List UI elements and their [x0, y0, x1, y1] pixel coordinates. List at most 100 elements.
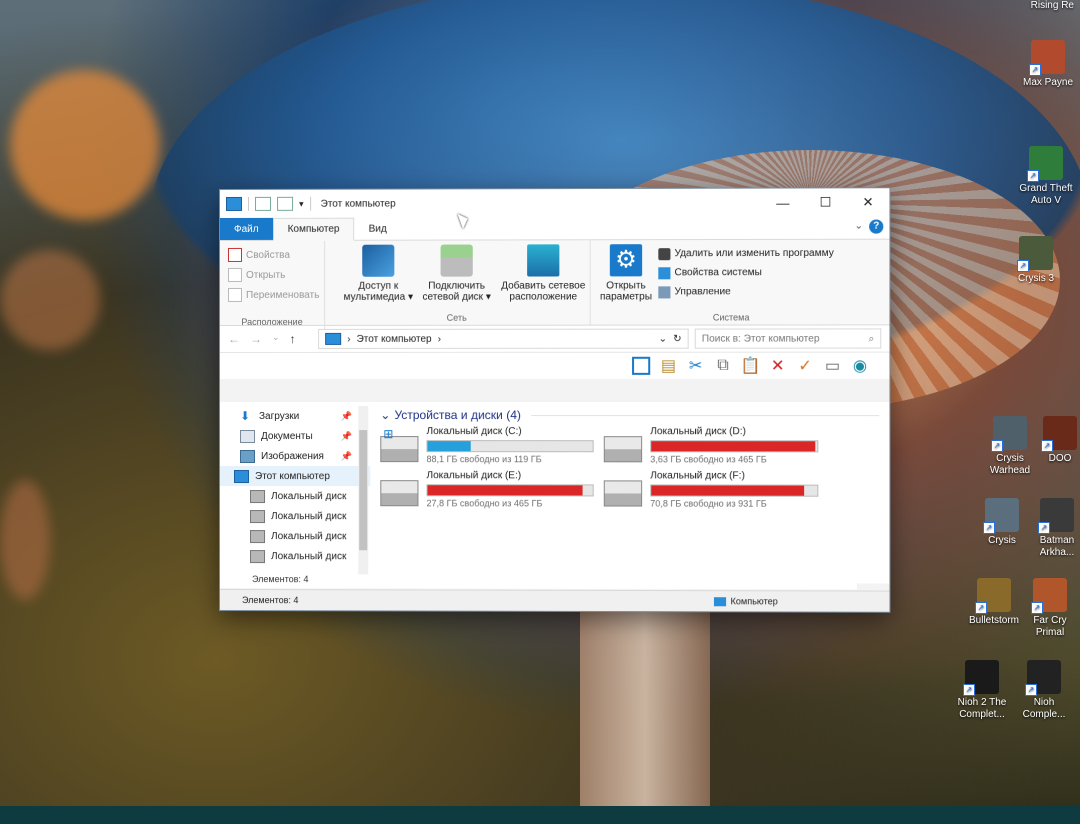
pin-icon[interactable]: 📌: [341, 411, 352, 422]
divider: [310, 197, 311, 211]
tab-view[interactable]: Вид: [355, 218, 401, 240]
layout-icon[interactable]: ▤: [659, 357, 677, 375]
desktop-icon-batman[interactable]: ↗ Batman Arkha...: [1034, 498, 1080, 559]
desktop-icon-crysis[interactable]: ↗ Crysis: [970, 498, 1034, 547]
rename-button[interactable]: Переименовать: [220, 285, 324, 305]
breadcrumb-this-pc[interactable]: Этот компьютер: [357, 333, 432, 344]
status-location-label: Компьютер: [731, 596, 778, 606]
nav-item-label: Локальный диск: [271, 551, 346, 562]
manage-button[interactable]: Управление: [658, 282, 833, 301]
desktop-icon-max-payne[interactable]: ↗ Max Payne: [1016, 40, 1080, 89]
desktop-icon-nioh2[interactable]: ↗ Nioh 2 The Complet...: [950, 660, 1014, 721]
pin-icon[interactable]: 📌: [341, 431, 352, 442]
chevron-down-icon[interactable]: ⌄: [380, 408, 390, 422]
open-button[interactable]: Открыть: [220, 265, 324, 285]
paste-icon[interactable]: 📋: [741, 357, 759, 375]
open-settings-button[interactable]: ⚙ Открыть параметры: [596, 244, 657, 302]
close-button[interactable]: ✕: [847, 188, 890, 216]
refresh-icon[interactable]: ↻: [673, 333, 681, 344]
drive-tile-f[interactable]: Локальный диск (F:) 70,8 ГБ свободно из …: [604, 470, 817, 510]
nav-scrollbar[interactable]: [358, 406, 368, 576]
devices-group-label: Устройства и диски (4): [394, 408, 521, 422]
shell-icon[interactable]: ◉: [851, 357, 869, 375]
pin-icon[interactable]: 📌: [341, 451, 352, 462]
crysis-warhead-icon: ↗: [993, 416, 1027, 450]
title-bar[interactable]: ▾ Этот компьютер — ☐ ✕: [220, 188, 889, 218]
navigation-pane-icon[interactable]: [632, 357, 650, 375]
desktop-icon-label: Bulletstorm: [962, 615, 1026, 627]
desktop-icon-rising[interactable]: Rising Re: [1012, 0, 1076, 12]
nioh-icon: ↗: [1027, 660, 1061, 694]
delete-icon[interactable]: ✕: [769, 357, 787, 375]
nav-item-local-disk[interactable]: Локальный диск: [220, 486, 370, 506]
up-arrow-icon[interactable]: ↑: [290, 332, 296, 346]
content-pane[interactable]: ⌄ Устройства и диски (4) ⊞ Локальный дис…: [370, 402, 889, 584]
desktop-icon-bulletstorm[interactable]: ↗ Bulletstorm: [962, 578, 1026, 627]
navigation-pane[interactable]: ⬇ Загрузки 📌 Документы 📌 Изображения 📌 Э…: [220, 402, 370, 582]
nav-item-documents[interactable]: Документы 📌: [220, 426, 370, 446]
scrollbar-thumb[interactable]: [359, 430, 367, 550]
nav-item-label: Локальный диск: [271, 511, 346, 522]
wallpaper-bokeh: [0, 480, 50, 600]
ribbon-collapse-icon[interactable]: ⌄: [854, 221, 863, 232]
nav-item-local-disk[interactable]: Локальный диск: [220, 506, 370, 526]
desktop-icon-nioh[interactable]: ↗ Nioh Comple...: [1012, 660, 1076, 721]
desktop-icon-label: Rising Re: [1012, 0, 1076, 12]
desktop-icon-label: Crysis Warhead: [978, 453, 1042, 477]
forward-arrow-icon[interactable]: →: [250, 332, 262, 346]
back-arrow-icon[interactable]: ←: [228, 332, 240, 346]
drive-usage-fill: [428, 441, 471, 451]
address-bar[interactable]: › Этот компьютер › ⌄ ↻: [318, 329, 689, 349]
properties-button[interactable]: Свойства: [220, 245, 324, 265]
scissors-icon[interactable]: ✂: [687, 357, 705, 375]
map-network-drive-button[interactable]: Подключить сетевой диск ▾: [418, 244, 494, 302]
search-box[interactable]: Поиск в: Этот компьютер ⌕: [695, 328, 882, 348]
tab-computer[interactable]: Компьютер: [273, 218, 355, 241]
recent-dropdown-icon[interactable]: ⌄: [272, 332, 280, 346]
add-network-location-button[interactable]: Добавить сетевое расположение: [497, 244, 590, 302]
nav-item-pictures[interactable]: Изображения 📌: [220, 446, 370, 466]
nav-item-label: Документы: [261, 431, 313, 442]
ribbon-group-system: ⚙ Открыть параметры Удалить или изменить…: [590, 240, 874, 325]
drive-free-space: 3,63 ГБ свободно из 465 ГБ: [650, 454, 767, 464]
desktop-icon-gta5[interactable]: ↗ Grand Theft Auto V: [1014, 146, 1078, 207]
computer-icon: [325, 333, 341, 345]
new-folder-qat-icon[interactable]: [277, 197, 293, 211]
drive-icon: [604, 480, 642, 506]
devices-group-header[interactable]: ⌄ Устройства и диски (4): [380, 408, 879, 422]
divider: [248, 197, 249, 211]
breadcrumb-separator-icon[interactable]: ›: [438, 333, 441, 344]
nav-item-label: Этот компьютер: [255, 471, 330, 482]
maximize-button[interactable]: ☐: [804, 188, 847, 216]
desktop-icon-crysis-warhead[interactable]: ↗ Crysis Warhead: [978, 416, 1042, 477]
rename-toolbar-icon[interactable]: ▭: [823, 357, 841, 375]
desktop-icon-crysis3[interactable]: ↗ Crysis 3: [1004, 236, 1068, 285]
nav-item-this-pc[interactable]: Этот компьютер: [220, 466, 370, 486]
nav-item-local-disk[interactable]: Локальный диск: [220, 546, 370, 566]
copy-icon[interactable]: ⧉: [714, 357, 732, 375]
address-dropdown-icon[interactable]: ⌄: [659, 333, 667, 344]
checkmark-icon[interactable]: ✓: [796, 357, 814, 375]
drive-icon: [250, 510, 265, 523]
qat-dropdown-icon[interactable]: ▾: [299, 198, 304, 209]
drive-tile-e[interactable]: Локальный диск (E:) 27,8 ГБ свободно из …: [380, 470, 591, 510]
uninstall-program-button[interactable]: Удалить или изменить программу: [658, 244, 833, 263]
help-icon[interactable]: ?: [869, 220, 883, 234]
nav-item-downloads[interactable]: ⬇ Загрузки 📌: [220, 406, 370, 426]
add-network-location-label: Добавить сетевое расположение: [497, 280, 590, 302]
file-explorer-window[interactable]: ▾ Этот компьютер — ☐ ✕ Файл Компьютер Ви…: [220, 188, 889, 612]
desktop-icon-label: Crysis 3: [1004, 273, 1068, 285]
drive-icon: [250, 490, 265, 503]
desktop-icon-far-cry-primal[interactable]: ↗ Far Cry Primal: [1022, 578, 1078, 639]
tab-file[interactable]: Файл: [220, 218, 273, 240]
nav-item-local-disk[interactable]: Локальный диск: [220, 526, 370, 546]
drive-tile-c[interactable]: ⊞ Локальный диск (C:) 88,1 ГБ свободно и…: [380, 426, 591, 466]
nioh2-icon: ↗: [965, 660, 999, 694]
properties-qat-icon[interactable]: [255, 197, 271, 211]
uninstall-icon: [658, 248, 670, 260]
desktop-icon-doom[interactable]: ↗ DOO: [1040, 416, 1080, 465]
drive-tile-d[interactable]: Локальный диск (D:) 3,63 ГБ свободно из …: [604, 426, 817, 466]
system-properties-button[interactable]: Свойства системы: [658, 263, 833, 282]
minimize-button[interactable]: —: [762, 188, 805, 216]
media-access-button[interactable]: Доступ к мультимедиа ▾: [340, 245, 416, 303]
